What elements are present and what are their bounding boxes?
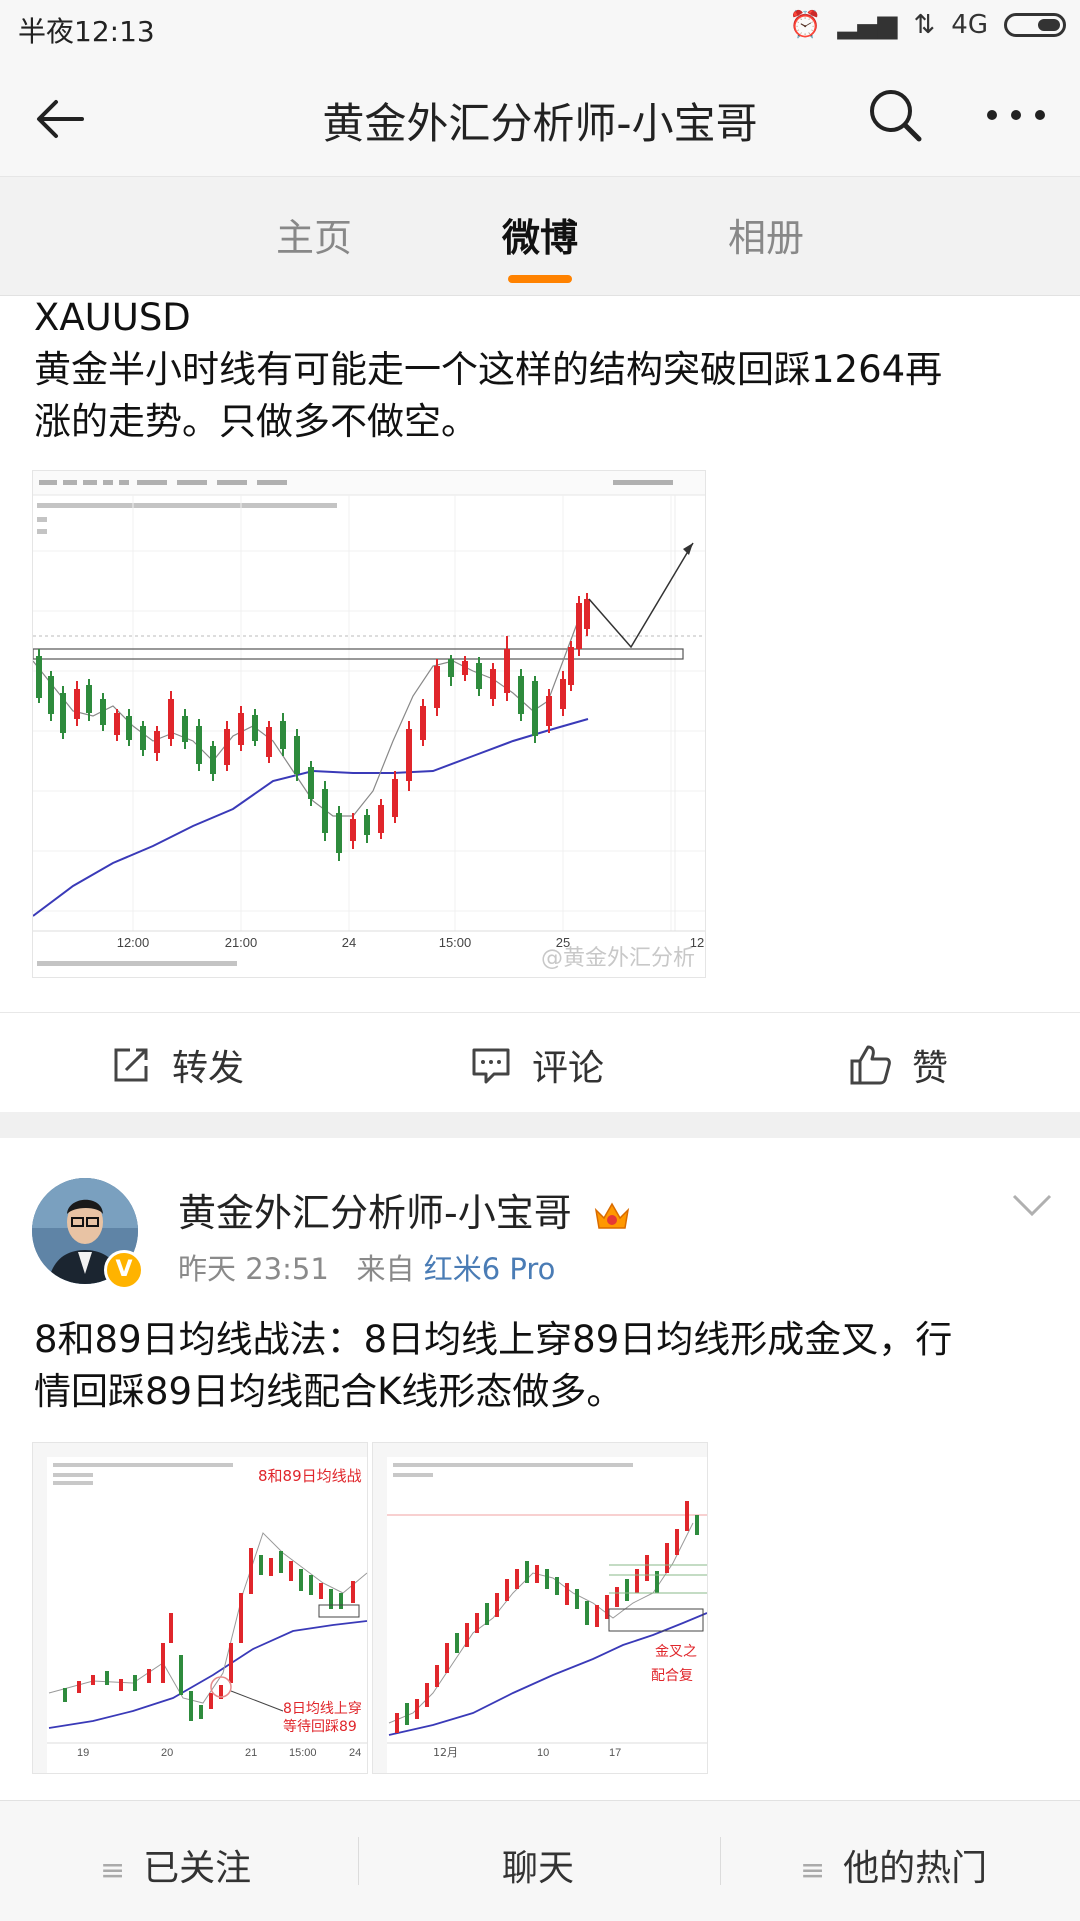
- post2-text: 8和89日均线战法：8日均线上穿89日均线形成金叉，行 情回踩89日均线配合K线…: [34, 1314, 1054, 1418]
- post1-text-line1: XAUUSD: [34, 296, 191, 339]
- post2-source-prefix: 来自: [356, 1252, 415, 1286]
- thumbs-up-icon: [850, 1045, 891, 1085]
- following-button[interactable]: ≡ 已关注: [100, 1839, 251, 1891]
- status-time: 半夜12:13: [18, 15, 155, 48]
- image1-note: 等待回踩89: [283, 1718, 357, 1735]
- top-navigation-bar: 黄金外汇分析师-小宝哥: [0, 58, 1080, 176]
- search-icon[interactable]: [866, 86, 924, 144]
- post2-meta: 昨天 23:51 来自 红米6 Pro: [178, 1246, 555, 1288]
- active-tab-indicator: [508, 275, 572, 283]
- chart-x-tick: 12:00: [117, 935, 150, 950]
- comment-label: 评论: [532, 1048, 605, 1089]
- menu-lines-icon: ≡: [800, 1853, 826, 1888]
- image1-x-tick: 19: [77, 1747, 89, 1759]
- battery-icon: [1004, 13, 1066, 37]
- more-options-icon[interactable]: [984, 86, 1048, 144]
- image2-note: 配合复: [651, 1667, 693, 1684]
- post-separator: [0, 1112, 1080, 1138]
- comment-button[interactable]: 评论: [470, 1039, 604, 1091]
- share-icon: [114, 1048, 148, 1082]
- verified-badge-icon: V: [104, 1250, 144, 1290]
- post1-chart-svg: 12:00 21:00 24 15:00 25 12 @黄金外汇分析: [33, 471, 705, 977]
- chart-watermark: @黄金外汇分析: [541, 946, 695, 971]
- menu-lines-icon: ≡: [100, 1853, 126, 1888]
- post1-text-line2: 黄金半小时线有可能走一个这样的结构突破回踩1264再: [34, 348, 943, 391]
- image2-x-tick: 12月: [433, 1746, 458, 1759]
- image1-x-tick: 24: [349, 1747, 361, 1759]
- chat-button[interactable]: 聊天: [502, 1839, 574, 1891]
- chart-x-tick: 15:00: [439, 935, 472, 950]
- image1-x-tick: 20: [161, 1747, 173, 1759]
- image1-x-tick: 15:00: [289, 1747, 317, 1759]
- image1-x-tick: 21: [245, 1747, 257, 1759]
- signal-icon: ▂▄▆: [837, 10, 898, 40]
- bottom-separator: [358, 1837, 359, 1885]
- post1-action-bar: 转发 评论 赞: [0, 1012, 1080, 1113]
- chevron-down-icon[interactable]: [1010, 1190, 1054, 1220]
- image2-note: 金叉之: [655, 1644, 697, 1660]
- network-type: 4G: [951, 10, 988, 40]
- chat-label: 聊天: [502, 1848, 575, 1889]
- post2-time: 昨天 23:51: [178, 1252, 329, 1286]
- data-arrows-icon: ⇅: [913, 10, 936, 40]
- status-bar: 半夜12:13 ⏰ ▂▄▆ ⇅ 4G: [0, 0, 1080, 58]
- chart-x-tick: 21:00: [225, 935, 258, 950]
- image1-note: 8日均线上穿: [283, 1701, 362, 1717]
- post1-text: XAUUSD 黄金半小时线有可能走一个这样的结构突破回踩1264再 涨的走势。只…: [34, 292, 1054, 448]
- post2-source[interactable]: 红米6 Pro: [424, 1252, 556, 1286]
- comment-icon: [472, 1048, 510, 1084]
- tab-weibo[interactable]: 微博: [470, 207, 610, 262]
- like-label: 赞: [912, 1048, 949, 1089]
- post2-author[interactable]: 黄金外汇分析师-小宝哥: [178, 1182, 632, 1237]
- post2-text-line2: 情回踩89日均线配合K线形态做多。: [34, 1370, 624, 1413]
- image2-x-tick: 10: [537, 1747, 549, 1759]
- chart-x-tick: 24: [342, 935, 356, 950]
- hot-posts-label: 他的热门: [843, 1848, 988, 1889]
- vip-crown-icon: [594, 1201, 629, 1229]
- status-icons: ⏰ ▂▄▆ ⇅ 4G: [789, 10, 1066, 40]
- like-button[interactable]: 赞: [848, 1039, 948, 1091]
- profile-tabs: 主页 微博 相册: [0, 176, 1080, 296]
- post1-chart-image[interactable]: 12:00 21:00 24 15:00 25 12 @黄金外汇分析: [32, 470, 706, 978]
- bottom-separator: [720, 1837, 721, 1885]
- tab-album[interactable]: 相册: [696, 207, 836, 262]
- bottom-action-bar: ≡ 已关注 聊天 ≡ 他的热门: [0, 1800, 1080, 1921]
- post2-text-line1: 8和89日均线战法：8日均线上穿89日均线形成金叉，行: [34, 1318, 953, 1361]
- tab-home[interactable]: 主页: [244, 207, 384, 262]
- image1-title: 8和89日均线战: [258, 1467, 362, 1485]
- alarm-icon: ⏰: [789, 10, 822, 40]
- post1-text-line3: 涨的走势。只做多不做空。: [34, 400, 478, 443]
- repost-button[interactable]: 转发: [110, 1039, 244, 1091]
- repost-label: 转发: [172, 1048, 245, 1089]
- image2-x-tick: 17: [609, 1747, 621, 1759]
- post2-image-1[interactable]: 8和89日均线战 8日均线上穿 等待回踩89 19 20 21 15:00 24: [32, 1442, 368, 1774]
- post2-author-name: 黄金外汇分析师-小宝哥: [178, 1191, 572, 1235]
- post2-image-2[interactable]: 金叉之 配合复 12月 10 17: [372, 1442, 708, 1774]
- following-label: 已关注: [143, 1848, 252, 1889]
- hot-posts-button[interactable]: ≡ 他的热门: [800, 1839, 987, 1891]
